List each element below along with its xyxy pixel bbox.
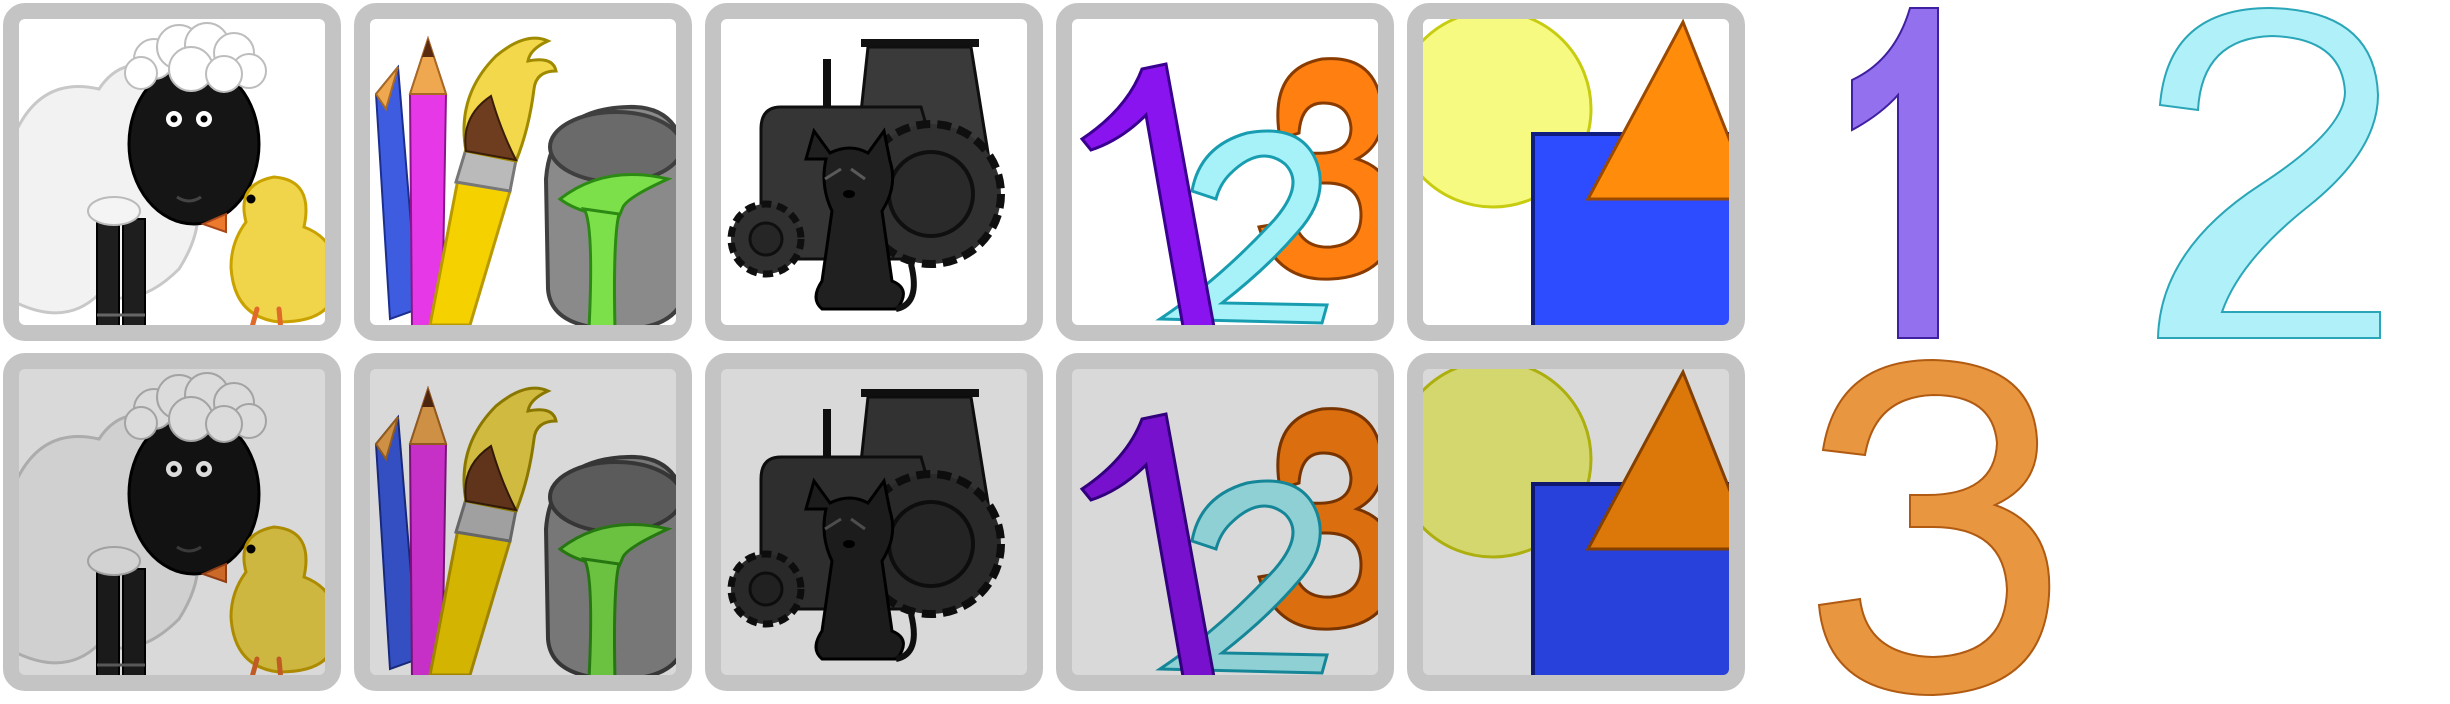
large-number-3	[1815, 355, 2055, 704]
numbers-123-icon	[1080, 57, 1378, 325]
tile-drawing-upper-row[interactable]	[354, 3, 692, 341]
tile-tractor-upper-row[interactable]	[705, 3, 1043, 341]
tile-numbers-lower-row[interactable]	[1056, 353, 1394, 691]
tile-shapes-upper-row[interactable]	[1407, 3, 1745, 341]
digit-one-glyph	[1851, 7, 1939, 339]
tractor-and-dog-icon	[721, 369, 1027, 675]
sheep-and-duck-icon	[19, 19, 325, 325]
digit-three-glyph	[1817, 358, 2051, 697]
pencils-brush-paint-icon	[374, 386, 676, 675]
numbers-123-icon	[1080, 407, 1378, 675]
circle-square-triangle-icon	[1423, 369, 1729, 675]
large-number-2	[2150, 0, 2390, 354]
tile-numbers-upper-row[interactable]	[1056, 3, 1394, 341]
tile-farm-animals-lower-row[interactable]	[3, 353, 341, 691]
circle-square-triangle-icon	[1423, 19, 1729, 325]
activity-screen: { "theme": { "tile_border": "#c4c4c4", "…	[0, 0, 2450, 700]
tile-tractor-lower-row[interactable]	[705, 353, 1043, 691]
tile-drawing-lower-row[interactable]	[354, 353, 692, 691]
sheep-and-duck-icon	[19, 369, 325, 675]
digit-two-glyph	[2156, 6, 2381, 339]
pencils-brush-paint-icon	[374, 36, 676, 325]
tractor-and-dog-icon	[721, 19, 1027, 325]
large-number-1	[1850, 0, 1960, 354]
tile-shapes-lower-row[interactable]	[1407, 353, 1745, 691]
tile-farm-animals-upper-row[interactable]	[3, 3, 341, 341]
